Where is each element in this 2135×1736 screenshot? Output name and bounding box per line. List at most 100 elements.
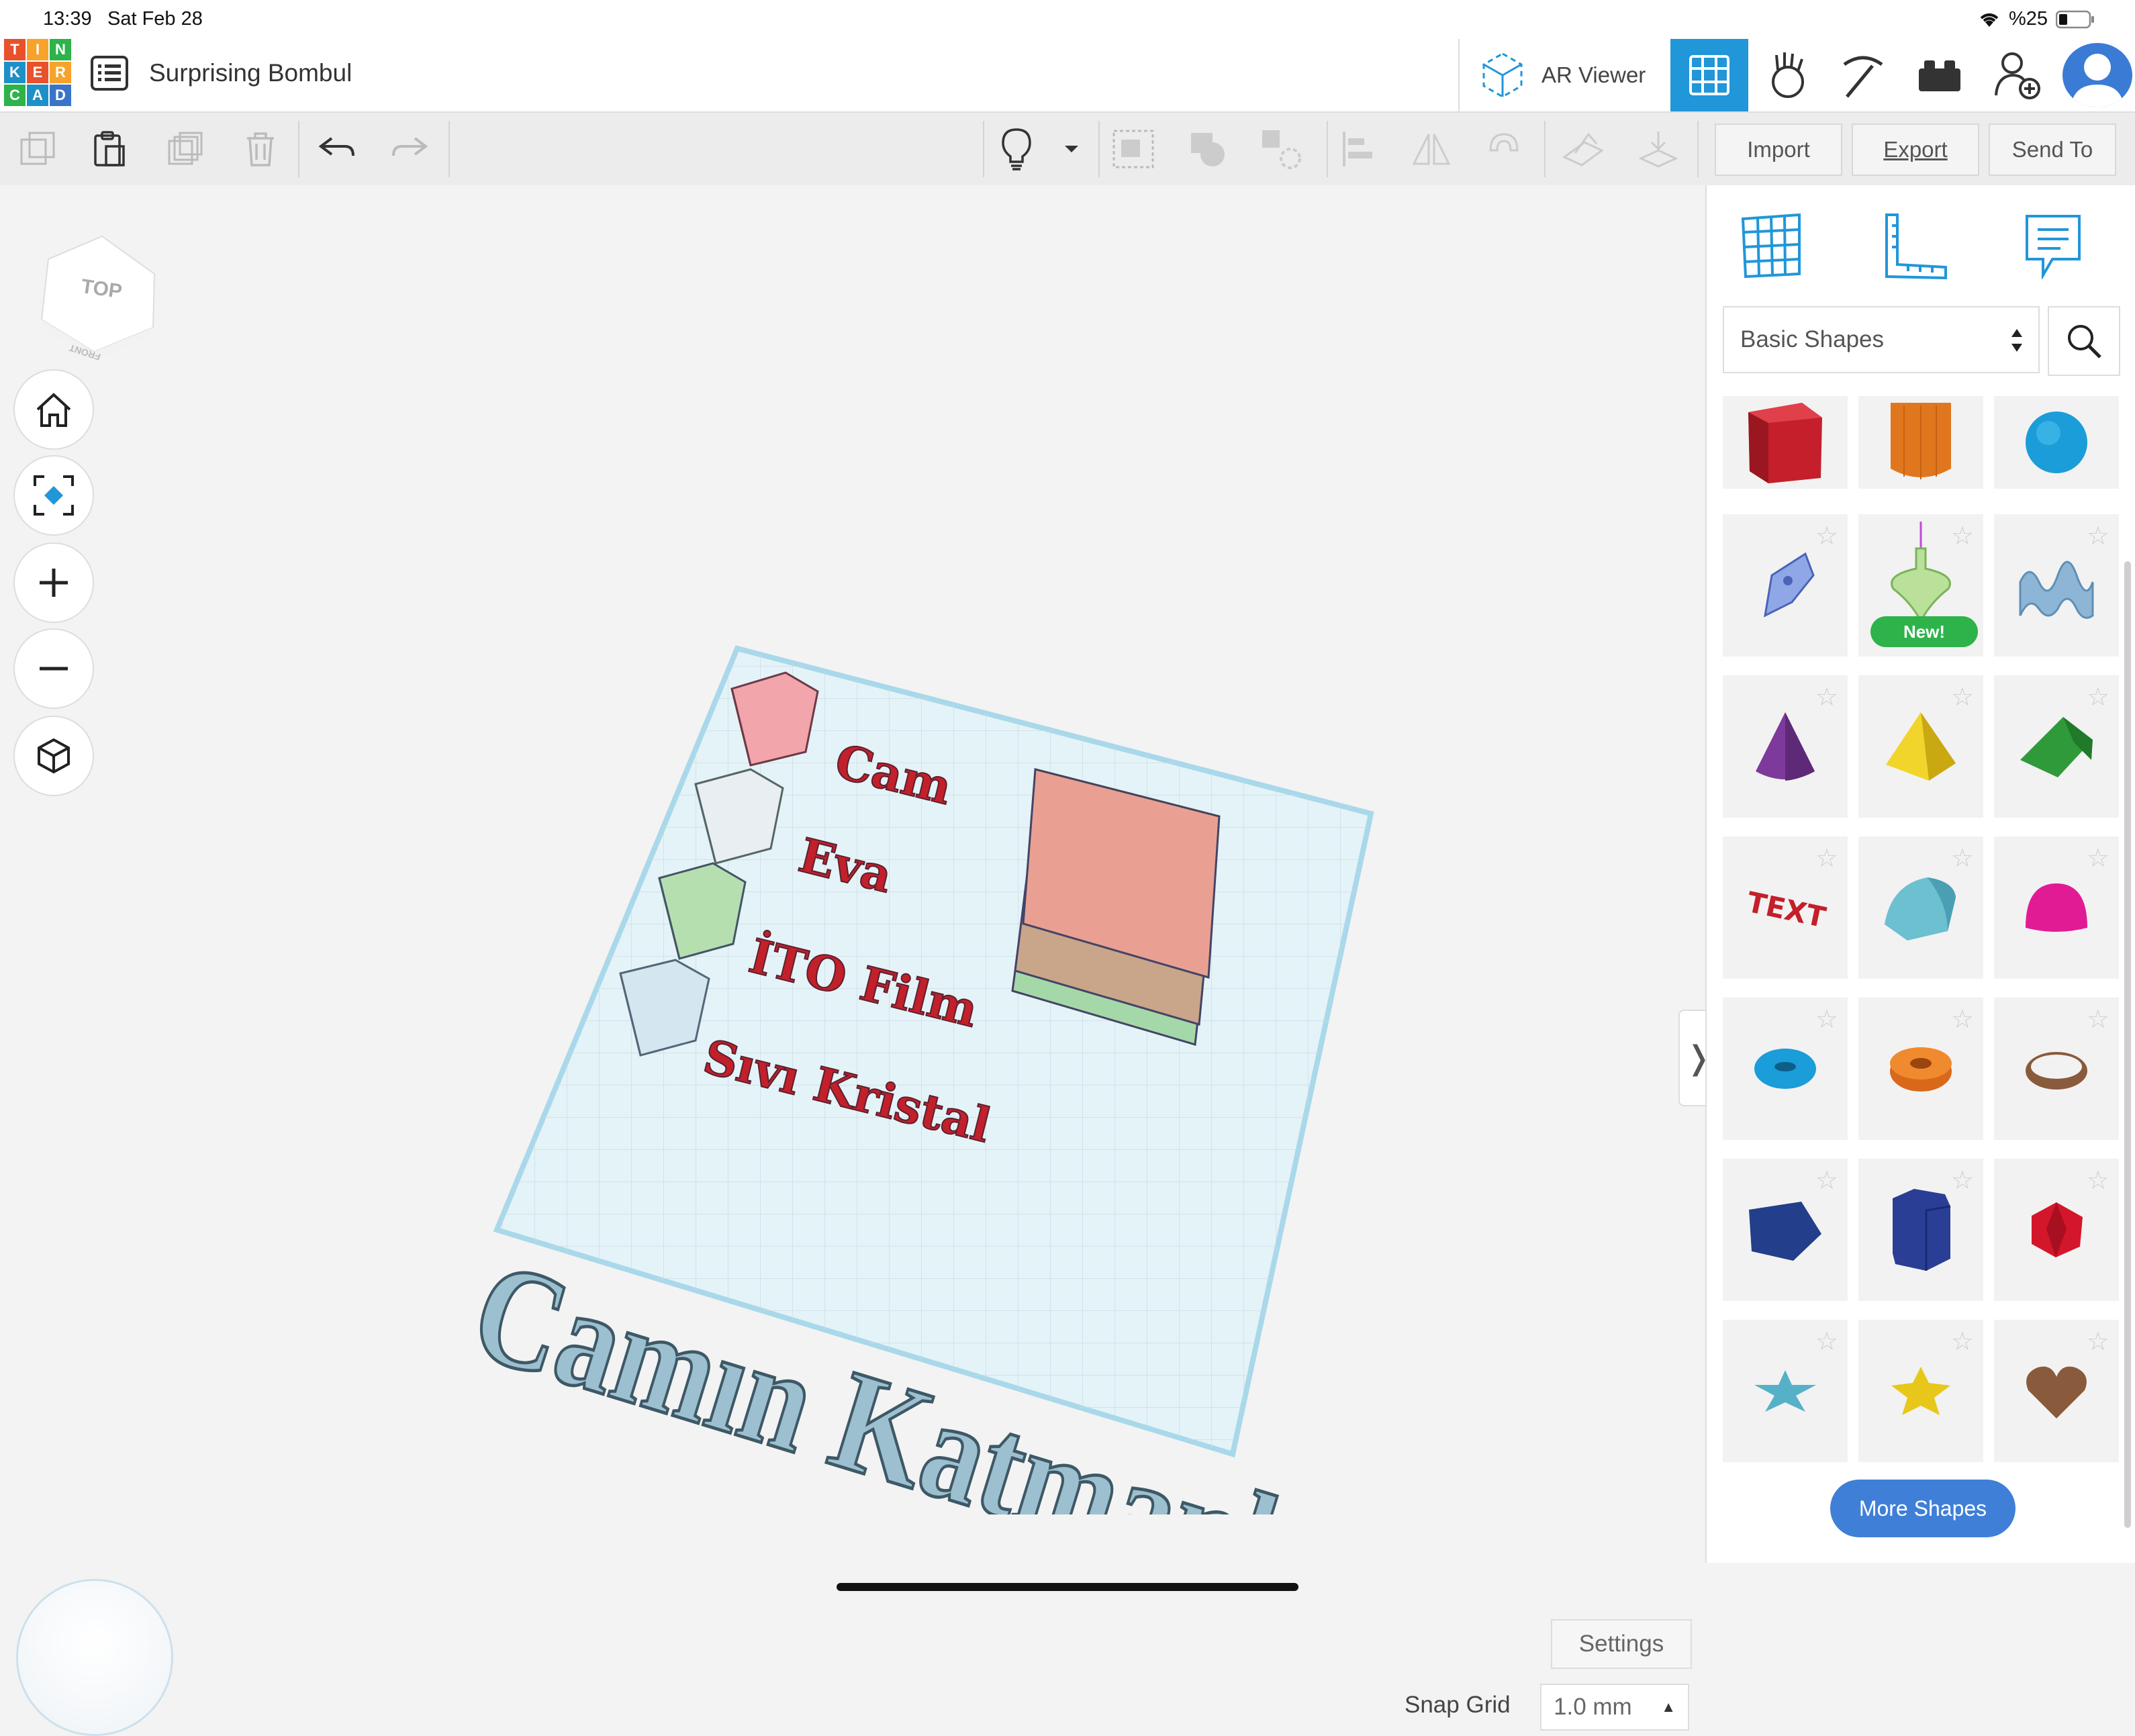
3d-design-view-button[interactable] bbox=[1670, 39, 1748, 111]
scene-3d[interactable]: Cam Eva İTO Film Sıvı Kristal Camın Katm… bbox=[470, 440, 1410, 1514]
favorite-star-icon[interactable]: ☆ bbox=[2087, 524, 2109, 549]
shape-hexagonal-prism[interactable]: ☆ bbox=[1858, 1159, 1983, 1301]
redo-button[interactable] bbox=[388, 128, 431, 171]
zoom-out-button[interactable] bbox=[13, 628, 94, 709]
shape-star[interactable]: ☆ bbox=[1723, 1320, 1848, 1462]
duplicate-button[interactable] bbox=[164, 128, 207, 171]
import-button[interactable]: Import bbox=[1715, 124, 1842, 176]
favorite-star-icon[interactable]: ☆ bbox=[2087, 1329, 2109, 1355]
shape-sphere[interactable] bbox=[1994, 396, 2119, 489]
design-title[interactable]: Surprising Bombul bbox=[149, 59, 352, 87]
shape-pyramid[interactable]: ☆ bbox=[1858, 675, 1983, 818]
copy-button[interactable] bbox=[16, 128, 59, 171]
view-cube[interactable]: TOP FRONT bbox=[27, 226, 161, 367]
drop-icon bbox=[1638, 132, 1678, 168]
workplane-button[interactable] bbox=[1562, 128, 1605, 171]
send-to-button[interactable]: Send To bbox=[1989, 124, 2116, 176]
shape-text[interactable]: ☆ TEXT bbox=[1723, 836, 1848, 979]
home-indicator[interactable] bbox=[837, 1583, 1298, 1591]
favorite-star-icon[interactable]: ☆ bbox=[1951, 685, 1974, 710]
shape-spinning-top[interactable]: ☆ New! bbox=[1858, 514, 1983, 657]
logo-letter: N bbox=[50, 39, 71, 60]
shapes-button[interactable] bbox=[1260, 128, 1302, 171]
zoom-in-button[interactable] bbox=[13, 542, 94, 623]
shape-wave[interactable]: ☆ bbox=[1994, 514, 2119, 657]
fit-view-button[interactable] bbox=[13, 455, 94, 536]
align-button[interactable] bbox=[1337, 128, 1380, 171]
shape-scribble[interactable]: ☆ bbox=[1723, 514, 1848, 657]
logo-letter: R bbox=[50, 62, 71, 83]
ungroup-button[interactable] bbox=[1186, 128, 1229, 171]
shape-star-2[interactable]: ☆ bbox=[1858, 1320, 1983, 1462]
favorite-star-icon[interactable]: ☆ bbox=[1815, 1168, 1838, 1194]
logo-letter: C bbox=[4, 85, 26, 106]
settings-button[interactable]: Settings bbox=[1551, 1619, 1692, 1669]
ar-viewer-button[interactable]: AR Viewer bbox=[1477, 48, 1646, 102]
projection-toggle-button[interactable] bbox=[13, 716, 94, 796]
plus-icon bbox=[40, 569, 68, 597]
brick-view-button[interactable] bbox=[1833, 48, 1893, 102]
favorite-star-icon[interactable]: ☆ bbox=[1815, 685, 1838, 710]
lego-view-button[interactable] bbox=[1909, 48, 1970, 102]
favorite-star-icon[interactable]: ☆ bbox=[1815, 1007, 1838, 1032]
delete-button[interactable] bbox=[239, 128, 282, 171]
panel-scrollbar[interactable] bbox=[2124, 561, 2131, 1528]
favorite-star-icon[interactable]: ☆ bbox=[2087, 685, 2109, 710]
shape-torus[interactable]: ☆ bbox=[1723, 998, 1848, 1140]
blocks-view-button[interactable] bbox=[1758, 48, 1818, 102]
snap-grid-label: Snap Grid bbox=[1405, 1692, 1511, 1718]
design-list-button[interactable] bbox=[90, 55, 129, 91]
user-avatar[interactable] bbox=[2062, 43, 2132, 107]
battery-percent: %25 bbox=[2008, 8, 2048, 30]
orbit-joystick[interactable] bbox=[16, 1579, 173, 1736]
more-shapes-button[interactable]: More Shapes bbox=[1830, 1480, 2015, 1537]
shape-hemisphere[interactable]: ☆ bbox=[1994, 836, 2119, 979]
new-badge: New! bbox=[1870, 616, 1978, 647]
shape-polygon[interactable]: ☆ bbox=[1723, 1159, 1848, 1301]
shape-cylinder[interactable] bbox=[1858, 396, 1983, 489]
shape-half-cylinder[interactable]: ☆ bbox=[1858, 836, 1983, 979]
export-button[interactable]: Export bbox=[1852, 124, 1979, 176]
favorite-star-icon[interactable]: ☆ bbox=[1951, 1007, 1974, 1032]
search-icon bbox=[2068, 325, 2101, 358]
shape-heart[interactable]: ☆ bbox=[1994, 1320, 2119, 1462]
shape-tube[interactable]: ☆ bbox=[1858, 998, 1983, 1140]
favorite-star-icon[interactable]: ☆ bbox=[1951, 1168, 1974, 1194]
tinkercad-logo[interactable]: T I N K E R C A D bbox=[4, 39, 71, 106]
ruler-tool-button[interactable] bbox=[1875, 205, 1955, 286]
favorite-star-icon[interactable]: ☆ bbox=[1815, 524, 1838, 549]
snap-grid-select[interactable]: 1.0 mm ▲ bbox=[1540, 1684, 1689, 1731]
favorite-star-icon[interactable]: ☆ bbox=[1951, 1329, 1974, 1355]
favorite-star-icon[interactable]: ☆ bbox=[2087, 1007, 2109, 1032]
drop-button[interactable] bbox=[1637, 128, 1680, 171]
shape-box[interactable] bbox=[1723, 396, 1848, 489]
mirror-button[interactable] bbox=[1410, 128, 1453, 171]
favorite-star-icon[interactable]: ☆ bbox=[1815, 846, 1838, 871]
home-view-button[interactable] bbox=[13, 369, 94, 450]
shape-cone[interactable]: ☆ bbox=[1723, 675, 1848, 818]
cruise-button[interactable] bbox=[1482, 128, 1525, 171]
notes-tool-button[interactable] bbox=[2013, 205, 2093, 286]
spinning-top-icon bbox=[1891, 522, 1951, 622]
invite-user-button[interactable] bbox=[1987, 48, 2048, 102]
shape-ring[interactable]: ☆ bbox=[1994, 998, 2119, 1140]
shape-category-select[interactable]: Basic Shapes bbox=[1723, 306, 2040, 373]
brick-icon bbox=[1919, 60, 1960, 91]
list-icon bbox=[91, 56, 128, 91]
duplicate-icon bbox=[168, 132, 203, 165]
shape-icosahedron[interactable]: ☆ bbox=[1994, 1159, 2119, 1301]
paste-button[interactable] bbox=[87, 128, 130, 171]
favorite-star-icon[interactable]: ☆ bbox=[2087, 846, 2109, 871]
group-button[interactable] bbox=[1112, 128, 1155, 171]
shape-search-button[interactable] bbox=[2048, 306, 2120, 376]
workplane-canvas[interactable]: TOP FRONT Cam Eva İTO Film Sıvı Kristal … bbox=[0, 185, 1719, 1736]
hint-dropdown-button[interactable] bbox=[1051, 128, 1092, 171]
favorite-star-icon[interactable]: ☆ bbox=[2087, 1168, 2109, 1194]
favorite-star-icon[interactable]: ☆ bbox=[1815, 1329, 1838, 1355]
favorite-star-icon[interactable]: ☆ bbox=[1951, 524, 1974, 549]
shape-roof[interactable]: ☆ bbox=[1994, 675, 2119, 818]
workplane-tool-button[interactable] bbox=[1731, 205, 1811, 286]
hint-button[interactable] bbox=[995, 128, 1038, 171]
favorite-star-icon[interactable]: ☆ bbox=[1951, 846, 1974, 871]
undo-button[interactable] bbox=[316, 128, 359, 171]
